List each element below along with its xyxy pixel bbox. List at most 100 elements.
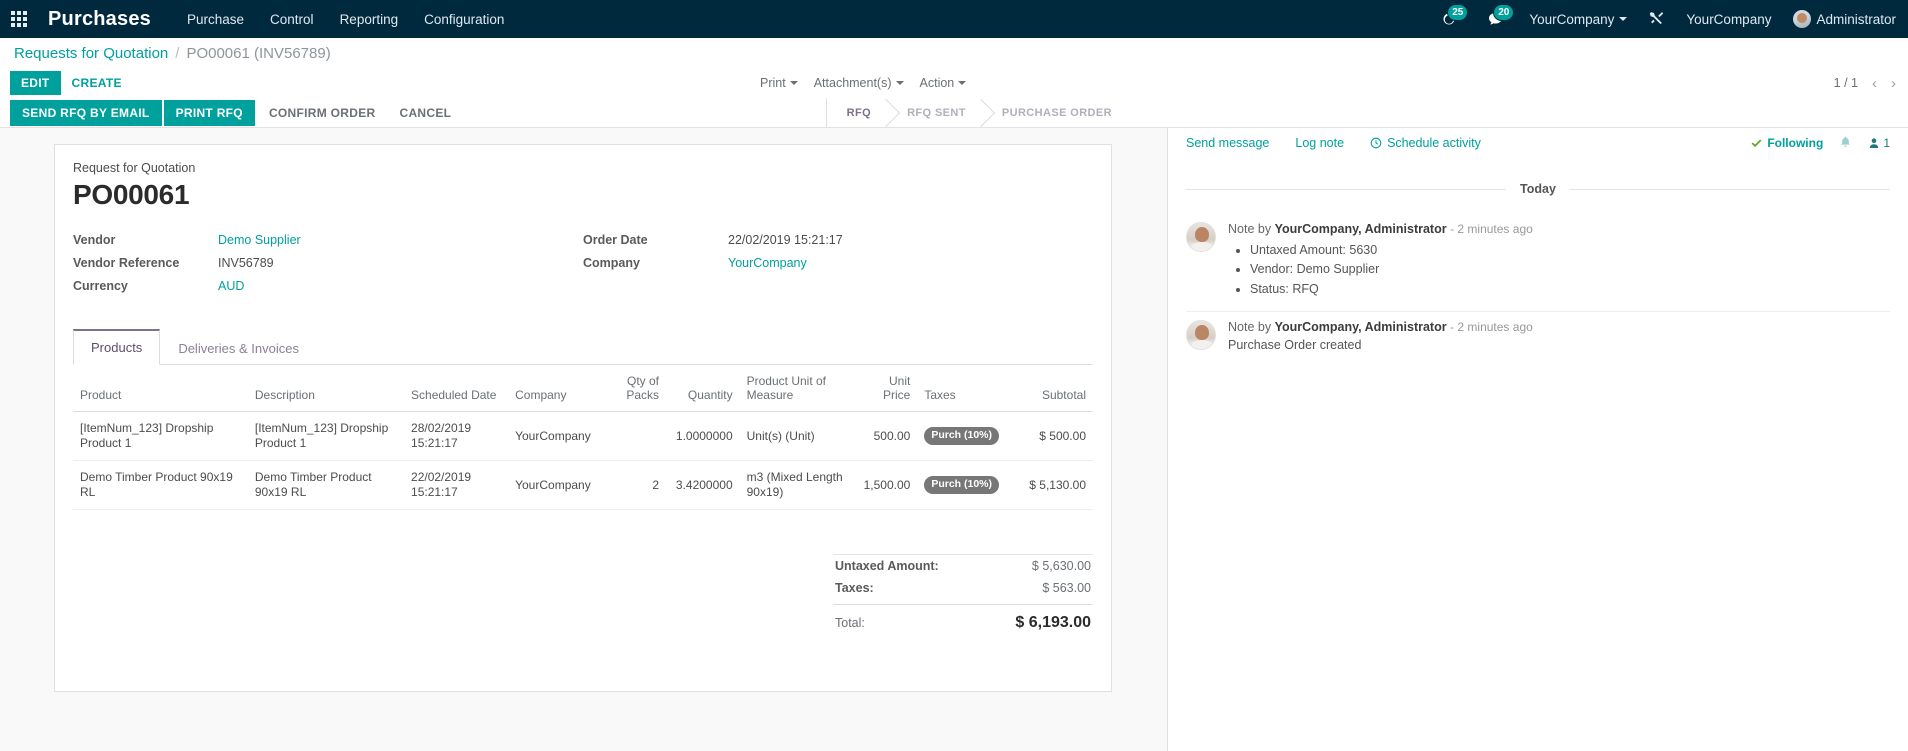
field-company: Company YourCompany [583,256,1093,270]
schedule-activity-button[interactable]: Schedule activity [1370,136,1481,150]
field-vendor-reference-value: INV56789 [218,256,274,270]
user-menu[interactable]: Administrator [1793,10,1896,28]
chevron-left-icon[interactable]: ‹ [1872,75,1877,92]
table-row[interactable]: Demo Timber Product 90x19 RL Demo Timber… [73,460,1093,510]
message-bullet: Status: RFQ [1250,280,1890,299]
company-selector[interactable]: YourCompany [1529,12,1628,27]
message-header: Note by YourCompany, Administrator - 2 m… [1228,222,1890,236]
message-header: Note by YourCompany, Administrator - 2 m… [1228,320,1890,334]
bell-icon[interactable] [1839,135,1852,152]
status-badge: Purch (10%) [924,427,1000,445]
col-company[interactable]: Company [508,365,618,412]
total-taxes-row: Taxes: $ 563.00 [833,577,1093,599]
confirm-order-button[interactable]: CONFIRM ORDER [257,100,388,126]
attachments-dropdown[interactable]: Attachment(s) [814,76,904,90]
cell-unit-price: 500.00 [854,411,918,461]
field-vendor: Vendor Demo Supplier [73,233,583,247]
stage-purchase-order[interactable]: PURCHASE ORDER [982,98,1128,128]
order-lines-table: Product Description Scheduled Date Compa… [73,365,1093,510]
action-dropdown-label: Action [919,76,955,90]
chevron-right-icon[interactable]: › [1891,75,1896,92]
field-vendor-label: Vendor [73,233,116,247]
following-label: Following [1767,136,1824,150]
cell-description: [ItemNum_123] Dropship Product 1 [247,411,405,461]
cell-product-uom: Unit(s) (Unit) [739,411,855,461]
tab-deliveries-invoices[interactable]: Deliveries & Invoices [160,331,317,365]
table-header-row: Product Description Scheduled Date Compa… [73,365,1093,412]
pager: 1 / 1 ‹ › [1834,68,1896,98]
form-fields-left: Vendor Demo Supplier Vendor Reference IN… [73,233,583,302]
clock-icon [1370,137,1382,149]
col-description[interactable]: Description [247,365,405,412]
field-order-date-value: 22/02/2019 15:21:17 [728,233,843,247]
day-separator-label: Today [1506,182,1570,196]
activity-icon[interactable]: 25 [1437,4,1469,31]
cell-product: [ItemNum_123] Dropship Product 1 [73,411,248,461]
stage-rfq[interactable]: RFQ [827,98,887,128]
log-note-button[interactable]: Log note [1295,136,1344,150]
chatter-pane: Send message Log note Schedule activity … [1168,128,1908,751]
total-grand-value: $ 6,193.00 [1015,614,1091,631]
form-pane: Request for Quotation PO00061 Vendor Dem… [0,128,1168,751]
cell-qty-of-packs [617,411,666,461]
cell-subtotal: $ 5,130.00 [1009,460,1093,510]
col-quantity[interactable]: Quantity [666,365,740,412]
cell-taxes: Purch (10%) [917,411,1010,461]
messages-icon[interactable]: 20 [1483,4,1515,31]
create-button[interactable]: CREATE [61,71,133,95]
col-qty-of-packs[interactable]: Qty of Packs [617,365,666,412]
menu-item-control[interactable]: Control [270,12,314,27]
status-pipeline: RFQ RFQ SENT PURCHASE ORDER [825,98,1128,128]
col-product-uom[interactable]: Product Unit of Measure [739,365,855,412]
followers-count[interactable]: 1 [1868,136,1890,150]
send-rfq-by-email-button[interactable]: SEND RFQ BY EMAIL [10,99,162,126]
apps-grid-icon[interactable] [0,0,38,38]
order-lines-header: Product Description Scheduled Date Compa… [73,365,1093,412]
print-dropdown[interactable]: Print [760,76,798,90]
control-panel: EDIT CREATE Print Attachment(s) Action 1… [0,68,1908,98]
send-message-button[interactable]: Send message [1186,136,1269,150]
following-toggle[interactable]: Following [1750,136,1823,150]
user-icon [1870,138,1879,148]
col-unit-price[interactable]: Unit Price [854,365,918,412]
page-title: PO00061 [73,179,190,210]
order-lines-body: [ItemNum_123] Dropship Product 1 [ItemNu… [73,411,1093,510]
field-vendor-reference: Vendor Reference INV56789 [73,256,583,270]
menu-item-configuration[interactable]: Configuration [424,12,504,27]
list-item: Note by YourCompany, Administrator - 2 m… [1186,311,1890,364]
cell-description: Demo Timber Product 90x19 RL [247,460,405,510]
cell-quantity: 3.4200000 [666,460,740,510]
edit-button[interactable]: EDIT [10,71,61,95]
menu-item-reporting[interactable]: Reporting [340,12,399,27]
field-vendor-value[interactable]: Demo Supplier [218,233,301,247]
form-fields: Vendor Demo Supplier Vendor Reference IN… [73,233,1093,302]
print-rfq-button[interactable]: PRINT RFQ [163,99,255,126]
chevron-down-icon [789,81,798,85]
message-bullet: Vendor: Demo Supplier [1250,260,1890,279]
day-separator: Today [1186,180,1890,198]
avatar [1793,10,1812,28]
col-scheduled-date[interactable]: Scheduled Date [404,365,509,412]
list-item: Note by YourCompany, Administrator - 2 m… [1186,214,1890,311]
stage-rfq-sent[interactable]: RFQ SENT [887,98,982,128]
divider [833,604,1093,605]
field-company-value[interactable]: YourCompany [728,256,807,270]
check-icon [1751,139,1762,147]
col-subtotal[interactable]: Subtotal [1009,365,1093,412]
cancel-button[interactable]: CANCEL [388,100,464,126]
field-order-date: Order Date 22/02/2019 15:21:17 [583,233,1093,247]
message-bullet: Untaxed Amount: 5630 [1250,241,1890,260]
form-sheet: Request for Quotation PO00061 Vendor Dem… [54,144,1112,692]
table-row[interactable]: [ItemNum_123] Dropship Product 1 [ItemNu… [73,411,1093,461]
breadcrumb-root[interactable]: Requests for Quotation [14,45,168,62]
tab-products[interactable]: Products [73,329,161,365]
control-panel-dropdowns: Print Attachment(s) Action [760,68,967,98]
tools-icon[interactable] [1649,10,1664,29]
menu-item-purchase[interactable]: Purchase [187,12,244,27]
field-currency-value[interactable]: AUD [218,279,244,293]
col-product[interactable]: Product [73,365,248,412]
col-taxes[interactable]: Taxes [917,365,1010,412]
company-name-label: YourCompany [1686,11,1772,27]
field-currency: Currency AUD [73,279,583,293]
action-dropdown[interactable]: Action [920,76,967,90]
